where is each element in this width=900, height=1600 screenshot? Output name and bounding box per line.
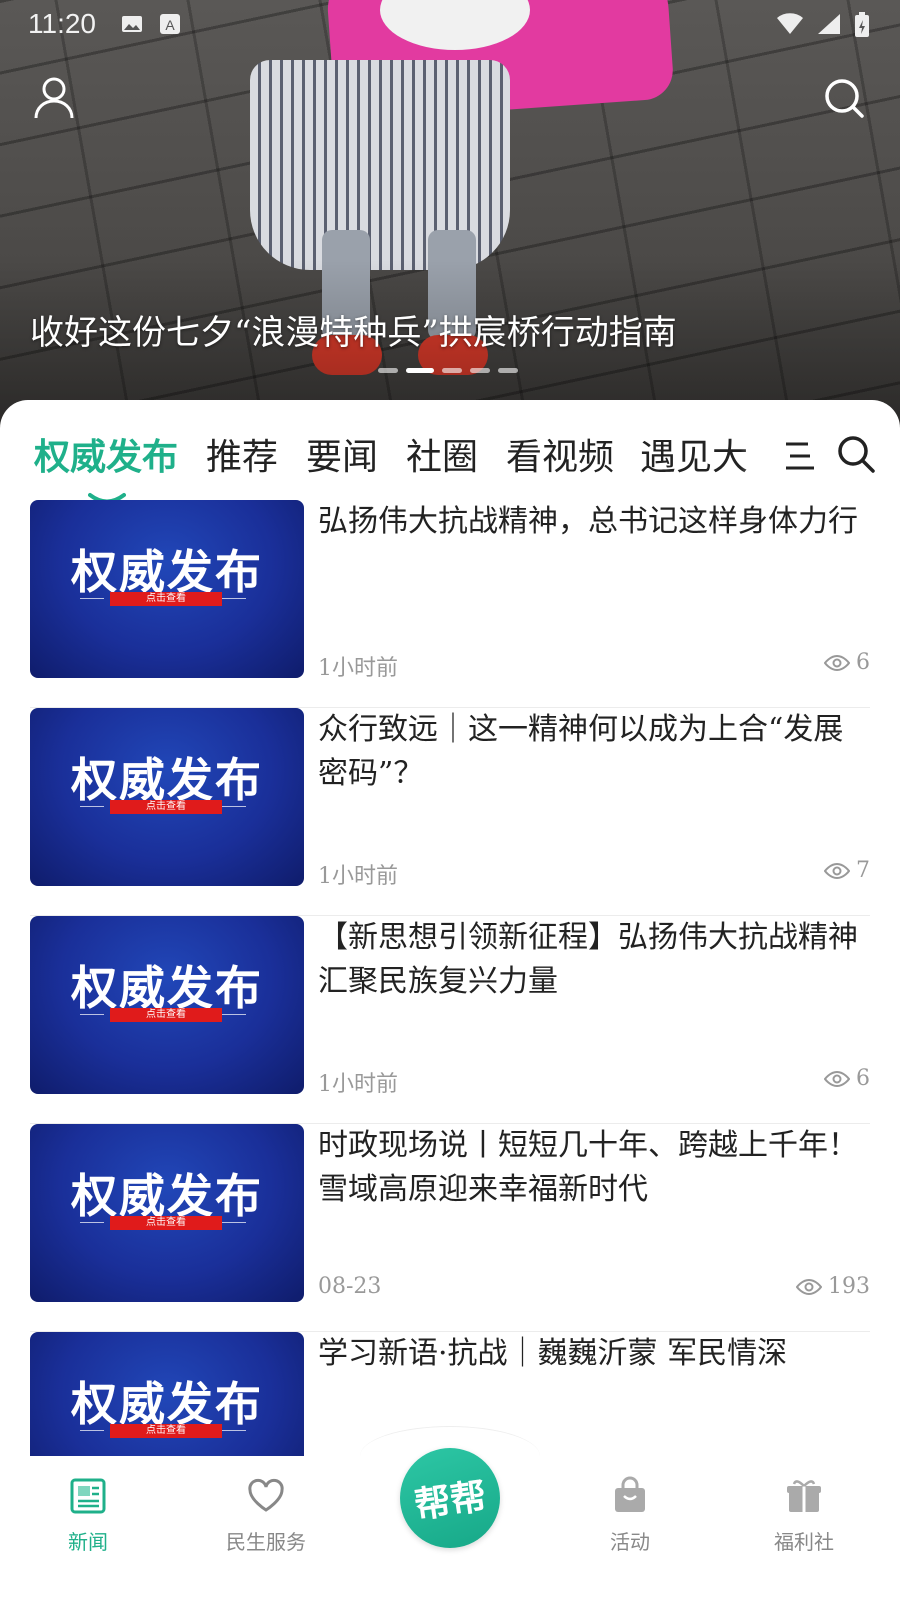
article-title[interactable]: 【新思想引领新征程】弘扬伟大抗战精神 汇聚民族复兴力量: [318, 916, 870, 1004]
thumb-divider: [222, 806, 246, 807]
thumb-divider: [80, 1430, 104, 1431]
user-icon: [34, 77, 74, 119]
tabs-fade: [740, 428, 780, 488]
status-icons-right: [776, 12, 870, 38]
nav-label: 民生服务: [226, 1530, 306, 1554]
image-icon: [122, 16, 142, 32]
tab-headlines[interactable]: 要闻: [306, 428, 378, 480]
svg-text:A: A: [165, 17, 175, 33]
article-thumbnail: 权威发布 点击查看: [30, 1124, 304, 1302]
signal-icon: [818, 14, 840, 34]
tab-recommend[interactable]: 推荐: [206, 428, 278, 480]
profile-button[interactable]: [26, 70, 82, 126]
view-count: 6: [856, 650, 870, 675]
list-item[interactable]: 权威发布 点击查看 【新思想引领新征程】弘扬伟大抗战精神 汇聚民族复兴力量 1小…: [30, 916, 870, 1124]
hero-title[interactable]: 收好这份七夕“浪漫特种兵”拱宸桥行动指南: [30, 305, 677, 354]
center-label: 帮帮: [411, 1476, 489, 1527]
tab-meet[interactable]: 遇见大: [640, 428, 748, 480]
article-list: 权威发布 点击查看 弘扬伟大抗战精神，总书记这样身体力行 1小时前 6 权威发布…: [30, 500, 870, 1540]
article-thumbnail: 权威发布 点击查看: [30, 916, 304, 1094]
nav-services[interactable]: 民生服务: [206, 1476, 326, 1555]
article-title[interactable]: 时政现场说丨短短几十年、跨越上千年！雪域高原迎来幸福新时代: [318, 1124, 870, 1212]
hero-banner[interactable]: 11:20 A 收好这份七夕“浪漫特种兵”拱宸桥行动指南: [0, 0, 900, 440]
eye-icon: [824, 654, 850, 671]
status-time: 11:20: [28, 8, 96, 39]
article-time: 1小时前: [318, 1072, 398, 1097]
tab-video[interactable]: 看视频: [506, 428, 614, 480]
gift-icon: [787, 1480, 821, 1512]
nav-activity[interactable]: 活动: [570, 1476, 690, 1555]
list-item[interactable]: 权威发布 点击查看 弘扬伟大抗战精神，总书记这样身体力行 1小时前 6: [30, 500, 870, 708]
thumb-band: 点击查看: [110, 592, 222, 606]
nav-label: 新闻: [68, 1530, 108, 1554]
bottom-nav: 新闻 民生服务 帮帮 活动 福利社: [0, 1426, 900, 1600]
heart-icon: [248, 1478, 284, 1512]
channel-search-icon[interactable]: [836, 434, 876, 474]
carousel-dot: [470, 368, 490, 373]
article-views: 6: [824, 650, 870, 675]
thumb-divider: [222, 1222, 246, 1223]
view-count: 193: [828, 1274, 870, 1299]
thumb-divider: [222, 598, 246, 599]
content-sheet: 权威发布 推荐 要闻 社圈 看视频 遇见大 权威发布 点击查看 弘扬伟大抗战精神…: [0, 400, 900, 1600]
article-views: 6: [824, 1066, 870, 1091]
status-bar: 11:20 A: [0, 0, 900, 50]
article-time: 1小时前: [318, 864, 398, 889]
center-help-button[interactable]: 帮帮: [400, 1448, 500, 1548]
nav-welfare[interactable]: 福利社: [744, 1476, 864, 1555]
eye-icon: [796, 1278, 822, 1295]
article-title[interactable]: 学习新语·抗战｜巍巍沂蒙 军民情深: [318, 1332, 870, 1376]
article-title[interactable]: 弘扬伟大抗战精神，总书记这样身体力行: [318, 500, 870, 544]
search-button[interactable]: [816, 70, 872, 126]
thumb-divider: [80, 1014, 104, 1015]
article-thumbnail: 权威发布 点击查看: [30, 500, 304, 678]
thumb-band: 点击查看: [110, 1424, 222, 1438]
newspaper-icon: [70, 1478, 106, 1514]
eye-icon: [824, 1070, 850, 1087]
list-item[interactable]: 权威发布 点击查看 时政现场说丨短短几十年、跨越上千年！雪域高原迎来幸福新时代 …: [30, 1124, 870, 1332]
carousel-dot: [378, 368, 398, 373]
thumb-divider: [80, 1222, 104, 1223]
view-count: 6: [856, 1066, 870, 1091]
nav-news[interactable]: 新闻: [28, 1476, 148, 1555]
wifi-icon: [777, 13, 803, 34]
thumb-divider: [222, 1430, 246, 1431]
view-count: 7: [856, 858, 870, 883]
shopping-bag-icon: [615, 1476, 645, 1512]
nav-label: 活动: [610, 1530, 650, 1554]
thumb-band: 点击查看: [110, 1216, 222, 1230]
status-icons-left: A: [120, 12, 182, 36]
eye-icon: [824, 862, 850, 879]
tab-community[interactable]: 社圈: [406, 428, 478, 480]
article-views: 193: [796, 1274, 870, 1299]
battery-icon: [855, 12, 869, 37]
article-time: 08-23: [318, 1274, 382, 1299]
article-title[interactable]: 众行致远｜这一精神何以成为上合“发展密码”？: [318, 708, 870, 796]
list-item[interactable]: 权威发布 点击查看 众行致远｜这一精神何以成为上合“发展密码”？ 1小时前 7: [30, 708, 870, 916]
carousel-dot: [442, 368, 462, 373]
article-views: 7: [824, 858, 870, 883]
thumb-band: 点击查看: [110, 800, 222, 814]
channel-tabs: 权威发布 推荐 要闻 社圈 看视频 遇见大: [0, 428, 900, 504]
article-time: 1小时前: [318, 656, 398, 681]
thumb-divider: [222, 1014, 246, 1015]
carousel-indicator: [378, 368, 518, 373]
channel-menu-icon[interactable]: [782, 436, 818, 476]
search-icon: [825, 79, 864, 118]
a-icon: A: [160, 14, 180, 34]
nav-label: 福利社: [774, 1530, 834, 1554]
article-thumbnail: 权威发布 点击查看: [30, 708, 304, 886]
tab-authoritative[interactable]: 权威发布: [34, 428, 178, 480]
thumb-divider: [80, 598, 104, 599]
carousel-dot-active: [406, 368, 434, 373]
carousel-dot: [498, 368, 518, 373]
thumb-band: 点击查看: [110, 1008, 222, 1022]
thumb-divider: [80, 806, 104, 807]
